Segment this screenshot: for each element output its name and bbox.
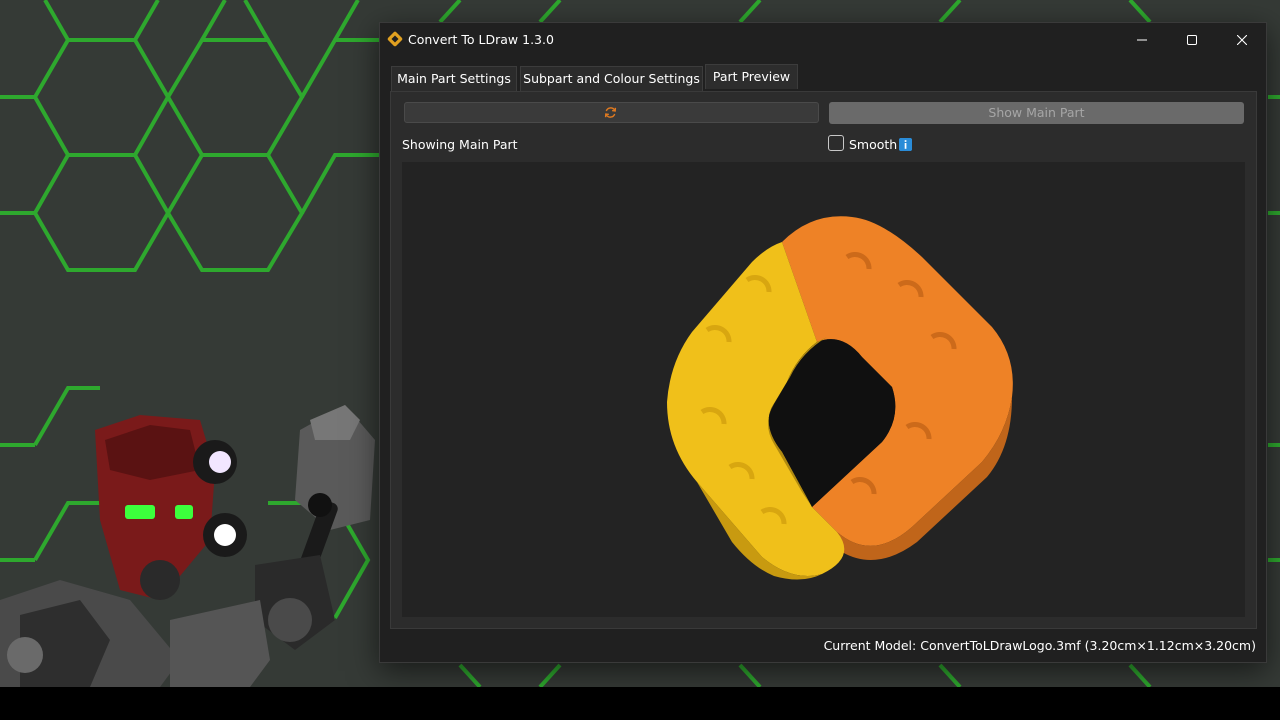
minimize-icon xyxy=(1137,39,1147,41)
showing-part-label: Showing Main Part xyxy=(402,137,518,152)
model-preview xyxy=(667,216,1013,580)
smooth-label[interactable]: Smooth xyxy=(849,137,897,152)
info-icon[interactable] xyxy=(899,138,912,151)
taskbar xyxy=(0,687,1280,720)
title-bar[interactable]: Convert To LDraw 1.3.0 xyxy=(380,23,1266,57)
window-title: Convert To LDraw 1.3.0 xyxy=(408,32,554,47)
3d-preview-viewport[interactable] xyxy=(402,162,1245,617)
refresh-icon xyxy=(604,107,617,118)
reload-button[interactable] xyxy=(404,102,819,123)
show-main-part-button[interactable]: Show Main Part xyxy=(829,102,1244,124)
close-icon xyxy=(1237,35,1247,45)
maximize-button[interactable] xyxy=(1168,23,1216,57)
minimize-button[interactable] xyxy=(1118,23,1166,57)
app-logo-icon xyxy=(387,31,403,47)
close-button[interactable] xyxy=(1218,23,1266,57)
smooth-checkbox[interactable] xyxy=(828,135,844,151)
part-preview-panel: Show Main Part Showing Main Part Smooth xyxy=(390,91,1257,629)
tab-subpart-and-colour-settings[interactable]: Subpart and Colour Settings xyxy=(520,66,703,92)
tab-main-part-settings[interactable]: Main Part Settings xyxy=(391,66,517,92)
tab-part-preview[interactable]: Part Preview xyxy=(705,64,798,89)
maximize-icon xyxy=(1187,35,1197,45)
current-model-info: Current Model: ConvertToLDrawLogo.3mf (3… xyxy=(823,638,1256,653)
app-window: Convert To LDraw 1.3.0 Main Part Setting… xyxy=(379,22,1267,663)
